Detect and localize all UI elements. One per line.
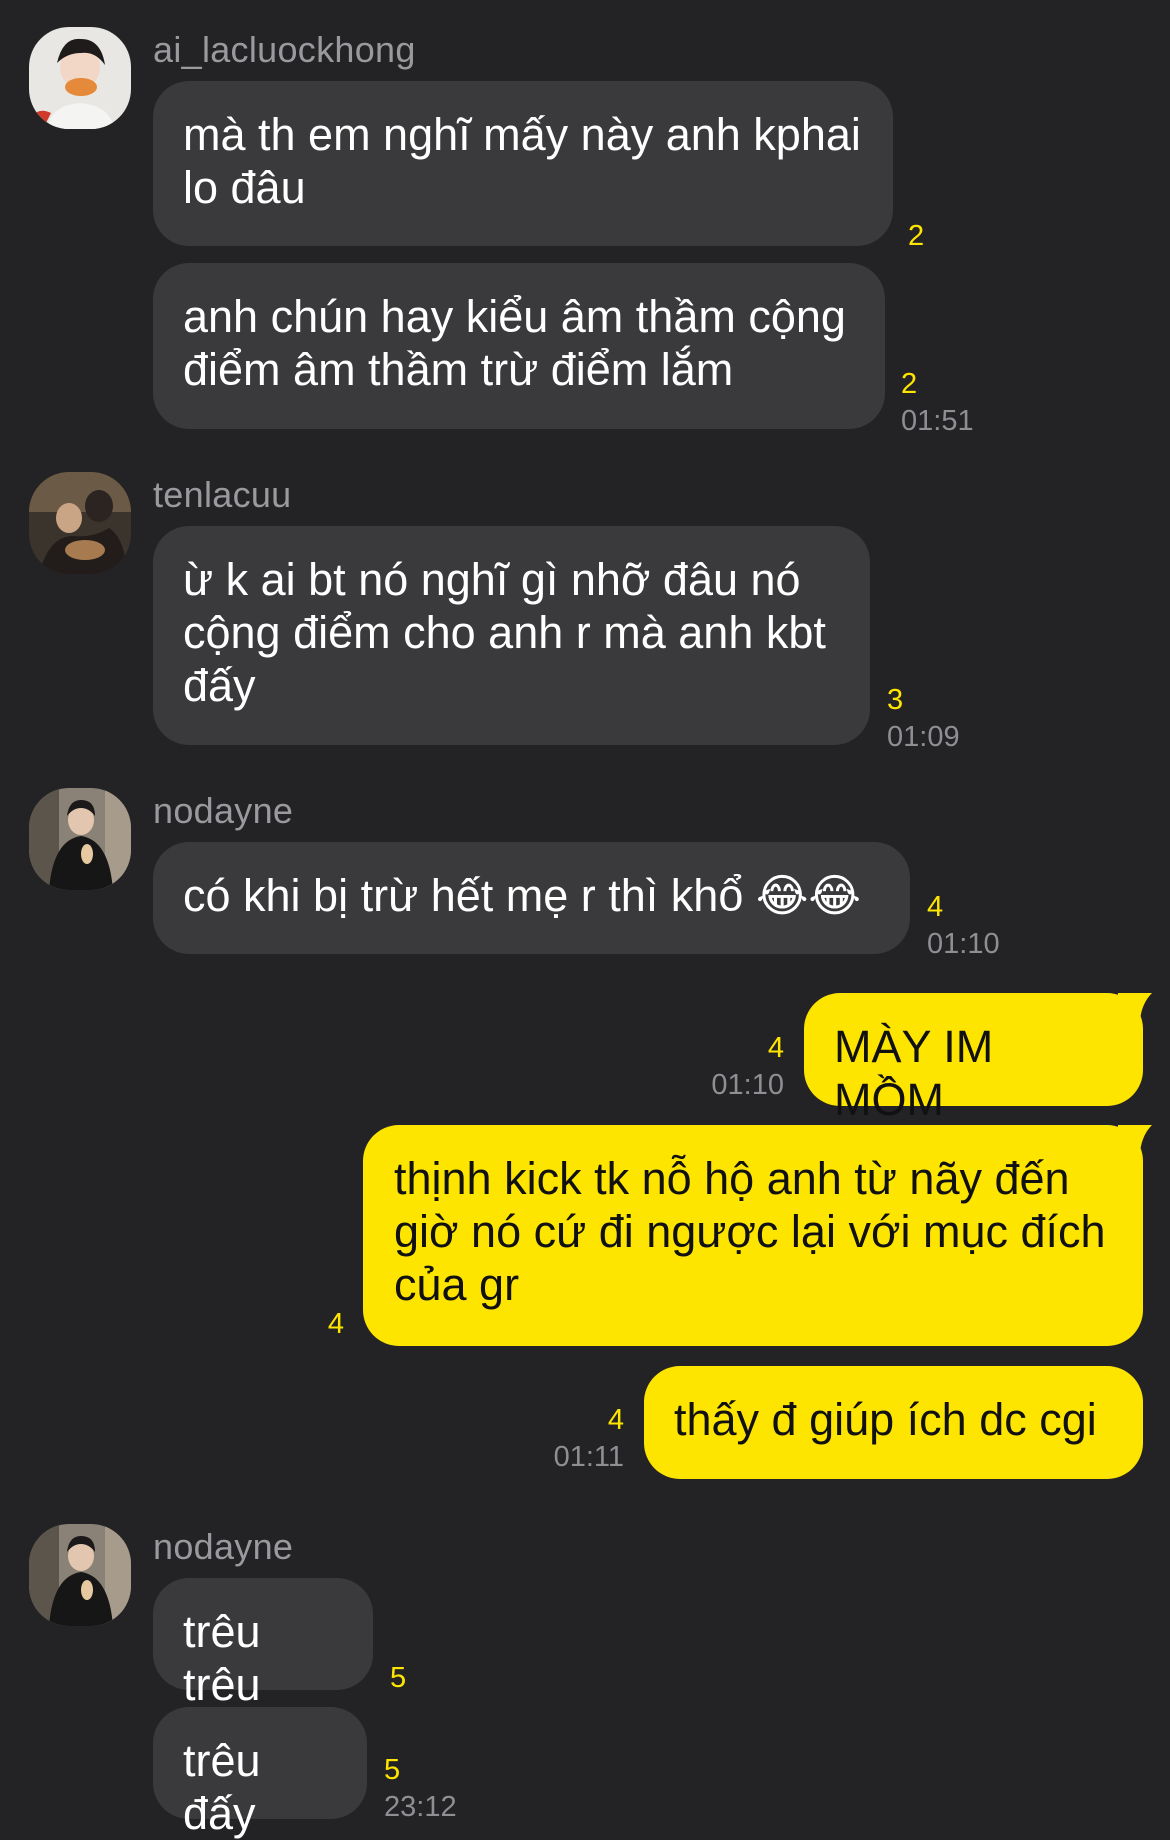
- message-text: thịnh kick tk nỗ hộ anh từ nãy đến giờ n…: [394, 1153, 1106, 1310]
- message-meta: 4 01:10: [660, 1034, 784, 1100]
- message-meta: 5: [390, 1664, 406, 1693]
- message-meta: 4: [300, 1310, 344, 1339]
- sender-name: tenlacuu: [153, 474, 292, 515]
- unread-count: 4: [927, 891, 944, 923]
- chat-area: ai_lacluockhong mà th em nghĩ mấy này an…: [0, 0, 1170, 1839]
- message-bubble[interactable]: trêu trêu: [153, 1578, 373, 1710]
- message-text: mà th em nghĩ mấy này anh kphai lo đâu: [183, 109, 861, 213]
- unread-count: 3: [887, 684, 904, 716]
- message-meta: 3 01:09: [887, 686, 960, 752]
- message-meta: 2: [908, 222, 924, 251]
- message-meta: 4 01:11: [520, 1406, 624, 1472]
- sender-name: nodayne: [153, 790, 294, 831]
- message-bubble[interactable]: thịnh kick tk nỗ hộ anh từ nãy đến giờ n…: [363, 1125, 1143, 1346]
- message-bubble[interactable]: ừ k ai bt nó nghĩ gì nhỡ đâu nó cộng điể…: [153, 526, 870, 745]
- timestamp: 01:10: [711, 1069, 784, 1101]
- message-bubble[interactable]: thấy đ giúp ích dc cgi: [644, 1366, 1143, 1479]
- avatar[interactable]: [29, 1524, 131, 1626]
- message-meta: 4 01:10: [927, 893, 1000, 959]
- message-text: có khi bị trừ hết mẹ r thì khổ 😂😂: [183, 870, 862, 921]
- message-text: trêu trêu: [183, 1606, 261, 1710]
- message-bubble[interactable]: mà th em nghĩ mấy này anh kphai lo đâu: [153, 81, 893, 246]
- message-bubble[interactable]: MÀY IM MỒM: [804, 993, 1143, 1125]
- timestamp: 01:09: [887, 721, 960, 753]
- unread-count: 4: [327, 1308, 344, 1340]
- unread-count: 5: [384, 1754, 401, 1786]
- bubble-tail: [1118, 1125, 1152, 1165]
- bubble-tail: [1118, 993, 1152, 1033]
- message-meta: 5 23:12: [384, 1756, 457, 1822]
- timestamp: 01:10: [927, 928, 1000, 960]
- avatar[interactable]: [29, 472, 131, 574]
- timestamp: 23:12: [384, 1791, 457, 1823]
- unread-count: 2: [901, 368, 918, 400]
- avatar[interactable]: [29, 788, 131, 890]
- message-text: trêu đấy: [183, 1735, 261, 1839]
- message-text: anh chún hay kiểu âm thầm cộng điểm âm t…: [183, 291, 846, 395]
- message-text: thấy đ giúp ích dc cgi: [674, 1394, 1097, 1445]
- message-text: ừ k ai bt nó nghĩ gì nhỡ đâu nó cộng điể…: [183, 554, 826, 711]
- message-bubble[interactable]: anh chún hay kiểu âm thầm cộng điểm âm t…: [153, 263, 885, 429]
- timestamp: 01:11: [553, 1441, 624, 1473]
- unread-count: 5: [390, 1662, 407, 1694]
- message-meta: 2 01:51: [901, 370, 974, 436]
- timestamp: 01:51: [901, 405, 974, 437]
- message-bubble[interactable]: trêu đấy: [153, 1707, 367, 1839]
- unread-count: 2: [908, 220, 925, 252]
- unread-count: 4: [767, 1032, 784, 1064]
- message-bubble[interactable]: có khi bị trừ hết mẹ r thì khổ 😂😂: [153, 842, 910, 954]
- sender-name: ai_lacluockhong: [153, 29, 416, 70]
- message-text: MÀY IM MỒM: [834, 1021, 994, 1125]
- sender-name: nodayne: [153, 1526, 294, 1567]
- unread-count: 4: [607, 1404, 624, 1436]
- avatar[interactable]: [29, 27, 131, 129]
